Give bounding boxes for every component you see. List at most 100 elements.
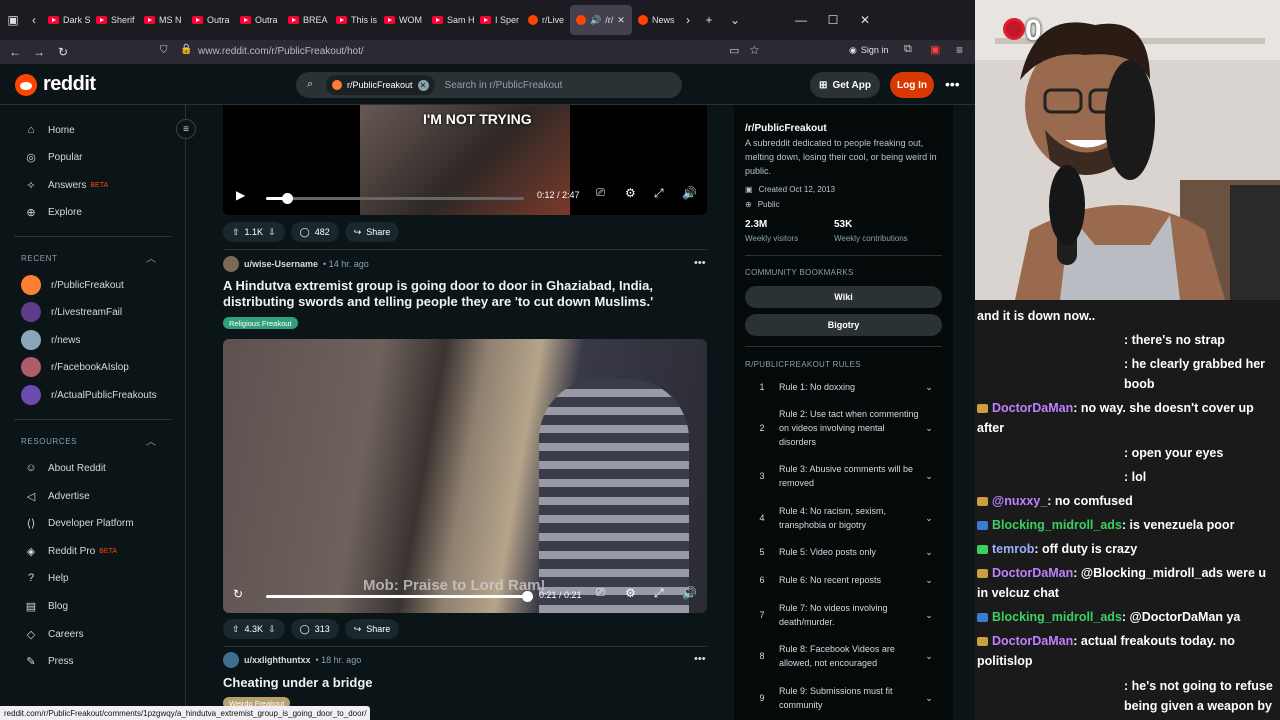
rule-item[interactable]: 3 Rule 3: Abusive comments will be remove… (745, 462, 942, 490)
post-options-icon[interactable]: ••• (694, 653, 706, 665)
lock-icon[interactable]: 🔒 (180, 44, 192, 55)
bookmark-wiki-button[interactable]: Wiki (745, 286, 942, 308)
chat-username[interactable]: Blocking_midroll_ads (992, 518, 1122, 532)
captions-icon[interactable]: ⎚ (596, 187, 605, 200)
chevron-down-icon[interactable]: ⌄ (919, 575, 939, 586)
seek-bar[interactable] (266, 591, 533, 602)
downvote-icon[interactable]: ⇩ (268, 624, 276, 635)
sidebar-item-careers[interactable]: ◇ Careers (24, 624, 84, 644)
get-app-button[interactable]: ⊞ Get App (810, 72, 880, 98)
chat-username[interactable]: Blocking_midroll_ads (992, 610, 1122, 624)
tab[interactable]: BREA (282, 5, 330, 35)
vote-control[interactable]: ⇧ 4.3K ⇩ (223, 619, 285, 639)
sidebar-item-explore[interactable]: ⊕ Explore (24, 202, 82, 222)
chevron-down-icon[interactable]: ⌄ (919, 610, 939, 621)
vote-control[interactable]: ⇧ 1.1K ⇩ (223, 222, 285, 242)
tab[interactable]: WOM (378, 5, 426, 35)
downvote-icon[interactable]: ⇩ (268, 227, 276, 238)
rule-item[interactable]: 1 Rule 1: No doxxing ⌄ (745, 380, 942, 394)
chevron-down-icon[interactable]: ⌄ (919, 693, 939, 704)
rule-item[interactable]: 8 Rule 8: Facebook Videos are allowed, no… (745, 642, 942, 670)
chevron-down-icon[interactable]: ⌄ (919, 651, 939, 662)
shield-icon[interactable]: ⛉ (160, 45, 168, 56)
menu-icon[interactable]: ≡ (956, 43, 963, 57)
rule-item[interactable]: 9 Rule 9: Submissions must fit community ⌄ (745, 684, 942, 712)
sidebar-item-blog[interactable]: ▤ Blog (24, 596, 68, 616)
tab[interactable]: Dark S (42, 5, 90, 35)
settings-icon[interactable]: ⚙ (625, 186, 636, 200)
clear-chip-icon[interactable]: ✕ (417, 79, 429, 91)
bookmark-star-icon[interactable]: ☆ (749, 43, 760, 57)
chevron-down-icon[interactable]: ⌄ (919, 423, 939, 434)
replay-icon[interactable]: ↻ (233, 587, 243, 601)
tab[interactable]: MS N (138, 5, 186, 35)
chevron-down-icon[interactable]: ⌄ (919, 471, 939, 482)
tab-active[interactable]: 🔊/r/✕ (570, 5, 632, 35)
tab[interactable]: News (632, 5, 680, 35)
tab[interactable]: Outra (186, 5, 234, 35)
settings-icon[interactable]: ⚙ (625, 586, 636, 600)
rule-item[interactable]: 5 Rule 5: Video posts only ⌄ (745, 545, 942, 559)
close-window-icon[interactable]: ✕ (852, 5, 878, 35)
share-button[interactable]: ↪ Share (344, 619, 400, 639)
chevron-up-icon[interactable]: ︿ (146, 250, 156, 265)
seek-handle[interactable] (522, 591, 533, 602)
upvote-icon[interactable]: ⇧ (232, 624, 240, 635)
sidebar-item-home[interactable]: ⌂ Home (24, 120, 75, 140)
post-author[interactable]: u/xxlighthuntxx (244, 655, 311, 665)
tab[interactable]: r/Live (522, 5, 570, 35)
comments-button[interactable]: ◯ 313 (290, 619, 339, 639)
tab[interactable]: This is (330, 5, 378, 35)
post-author[interactable]: u/wise-Username (244, 259, 318, 269)
post-flair[interactable]: Religious Freakout (223, 317, 298, 329)
sidebar-item-developer[interactable]: ⟨⟩ Developer Platform (24, 513, 134, 533)
sidebar-item-recent[interactable]: r/PublicFreakout (21, 275, 124, 295)
post-title[interactable]: A Hindutva extremist group is going door… (223, 278, 698, 310)
play-icon[interactable]: ▶ (236, 188, 245, 202)
new-tab-icon[interactable]: + (696, 5, 722, 35)
sidebar-item-recent[interactable]: r/ActualPublicFreakouts (21, 385, 157, 405)
reload-icon[interactable]: ↻ (51, 40, 75, 64)
chevron-down-icon[interactable]: ⌄ (919, 547, 939, 558)
reader-view-icon[interactable]: ▭ (729, 44, 739, 57)
seek-bar[interactable] (266, 193, 524, 204)
captions-icon[interactable]: ⎚ (596, 587, 605, 600)
video-player[interactable]: Mob: Praise to Lord Ram! ↻ 0:21 / 0:21 ⎚… (223, 339, 707, 613)
comments-button[interactable]: ◯ 482 (290, 222, 339, 242)
sidebar-item-recent[interactable]: r/LivestreamFail (21, 302, 122, 322)
rule-item[interactable]: 4 Rule 4: No racism, sexism, transphobia … (745, 504, 942, 532)
url-field[interactable]: www.reddit.com/r/PublicFreakout/hot/ (198, 46, 364, 57)
rule-item[interactable]: 2 Rule 2: Use tact when commenting on vid… (745, 407, 942, 449)
upvote-icon[interactable]: ⇧ (232, 227, 240, 238)
tab[interactable]: I Sper (474, 5, 522, 35)
extension-badge-icon[interactable]: ▣ (930, 43, 940, 56)
reddit-logo[interactable]: reddit (15, 73, 96, 96)
sidebar-item-advertise[interactable]: ◁ Advertise (24, 486, 90, 506)
share-button[interactable]: ↪ Share (344, 222, 400, 242)
tab[interactable]: Outra (234, 5, 282, 35)
close-tab-icon[interactable]: ✕ (617, 15, 625, 26)
sidebar-item-reddit-pro[interactable]: ◈ Reddit Pro BETA (24, 541, 117, 561)
rule-item[interactable]: 7 Rule 7: No videos involving death/murde… (745, 601, 942, 629)
minimize-icon[interactable]: — (788, 5, 814, 35)
sidebar-item-answers[interactable]: ✧ Answers BETA (24, 175, 108, 195)
tab-overview-icon[interactable]: ▣ (0, 5, 26, 35)
chevron-up-icon[interactable]: ︿ (146, 433, 156, 448)
bookmark-bigotry-button[interactable]: Bigotry (745, 314, 942, 336)
chat-username[interactable]: @nuxxy_ (992, 494, 1047, 508)
chevron-down-icon[interactable]: ⌄ (919, 382, 939, 393)
tab[interactable]: Sam H (426, 5, 474, 35)
sidebar-item-help[interactable]: ? Help (24, 568, 69, 588)
tab[interactable]: Sherif (90, 5, 138, 35)
more-options-icon[interactable]: ••• (945, 76, 960, 92)
video-player[interactable]: I'M NOT TRYING ▶ 0:12 / 2:47 ⎚ ⚙ ⤢ 🔊 (223, 105, 707, 215)
chat-username[interactable]: DoctorDaMan (992, 634, 1073, 648)
volume-icon[interactable]: 🔊 (682, 586, 697, 600)
extensions-icon[interactable]: ⧉ (904, 43, 912, 56)
back-icon[interactable]: ← (3, 40, 27, 64)
chat-username[interactable]: temrob (992, 542, 1034, 556)
community-title[interactable]: /r/PublicFreakout (745, 123, 827, 134)
list-tabs-icon[interactable]: ⌄ (722, 5, 748, 35)
sidebar-item-popular[interactable]: ◎ Popular (24, 147, 82, 167)
maximize-icon[interactable]: ☐ (820, 5, 846, 35)
